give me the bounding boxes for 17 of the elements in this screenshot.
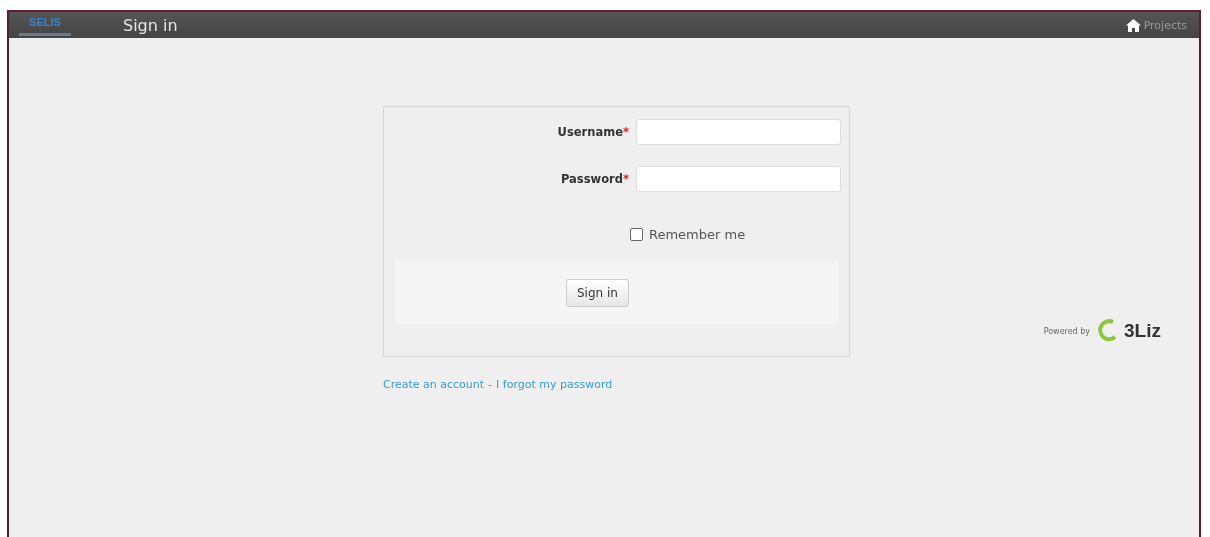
field-label: Username*: [556, 125, 629, 139]
text-link[interactable]: Create an account: [383, 378, 485, 391]
leaf-logo-icon: [1096, 318, 1119, 344]
home-icon: [1125, 18, 1141, 32]
username-field[interactable]: [636, 119, 841, 145]
link-separator: -: [488, 378, 493, 391]
projects-link[interactable]: Projects: [1125, 18, 1187, 32]
password-field[interactable]: [636, 166, 841, 192]
page-title: Sign in: [123, 15, 178, 35]
field-label: Password*: [560, 172, 629, 186]
text-link[interactable]: I forgot my password: [496, 378, 613, 391]
checkbox[interactable]: [630, 228, 643, 241]
checkbox-label: Remember me: [649, 227, 746, 242]
powered-by-text: Powered by: [1043, 326, 1091, 336]
logo: SELIS: [19, 14, 71, 36]
sign-in-button[interactable]: Sign in: [566, 278, 629, 307]
brand-name: 3Liz: [1124, 320, 1161, 342]
